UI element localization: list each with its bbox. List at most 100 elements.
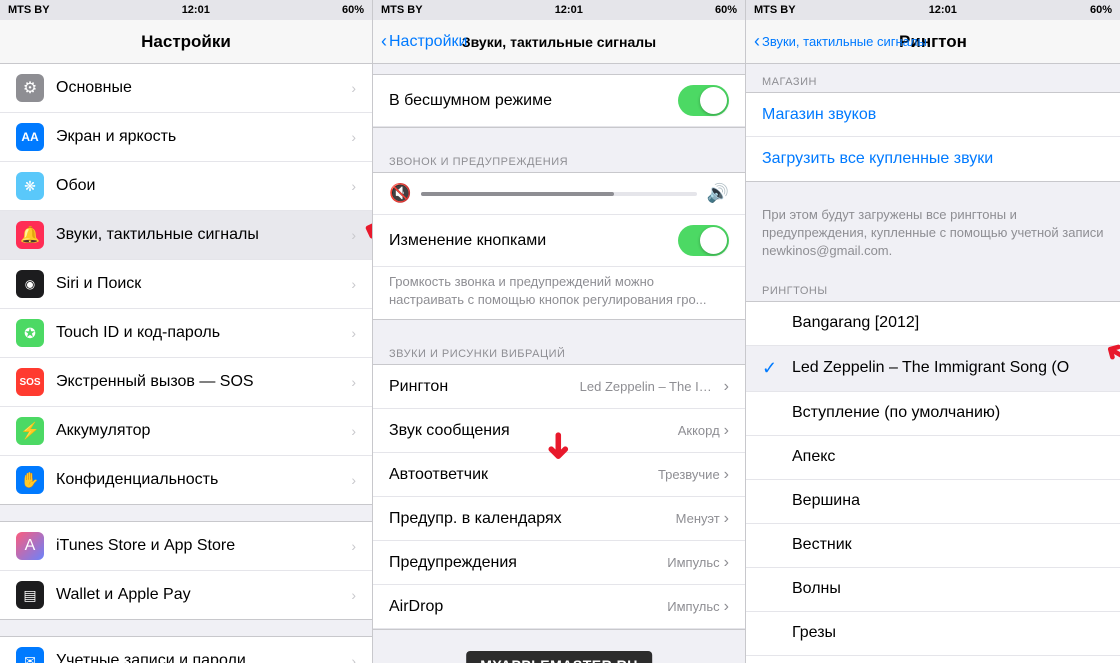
settings-item-wallet[interactable]: ▤ Wallet и Apple Pay › [0,571,372,619]
label-sounds: Звуки, тактильные сигналы [56,226,347,244]
chevron-main: › [351,80,356,96]
ringtone-item-grezy[interactable]: Грезы [746,612,1120,656]
icon-itunes: A [16,532,44,560]
calendar-value-container: Менуэт › [676,510,729,528]
middle-panel: MTS BY 12:01 60% ‹ Настройки Звуки, такт… [373,0,746,663]
volume-track[interactable] [421,192,696,196]
download-all-item[interactable]: Загрузить все купленные звуки [746,137,1120,181]
chevron-wallet: › [351,587,356,603]
ringtone-row[interactable]: Рингтон Led Zeppelin – The Immigrant Son… [373,365,745,409]
ringtone-item-apex[interactable]: Апекс [746,436,1120,480]
silent-toggle-knob [700,87,727,114]
time-right: 12:01 [929,4,957,16]
chevron-airdrop: › [724,598,729,616]
label-wallpaper: Обои [56,177,347,195]
settings-item-siri[interactable]: ◉ Siri и Поиск › [0,260,372,309]
nav-bar-middle: ‹ Настройки Звуки, тактильные сигналы [373,20,745,64]
calendar-label: Предупр. в календарях [389,510,562,528]
ringtone-item-vstuplenie[interactable]: Вступление (по умолчанию) [746,392,1120,436]
calendar-row[interactable]: Предупр. в календарях Менуэт › [373,497,745,541]
change-buttons-hint: Громкость звонка и предупреждений можно … [373,267,745,319]
settings-item-accounts[interactable]: ✉ Учетные записи и пароли › [0,637,372,663]
battery-left: 60% [342,4,364,16]
nav-bar-left: Настройки [0,20,372,64]
chevron-privacy: › [351,472,356,488]
volume-row: 🔇 🔊 [373,173,745,215]
ringtones-group: Bangarang [2012] ✓ Led Zeppelin – The Im… [746,301,1120,663]
carrier-middle: MTS BY [381,4,423,16]
chevron-wallpaper: › [351,178,356,194]
ringtone-item-vestnik[interactable]: Вестник [746,524,1120,568]
change-buttons-toggle[interactable] [678,225,729,256]
silent-label: В бесшумном режиме [389,92,552,110]
status-bar-middle: MTS BY 12:01 60% [373,0,745,20]
airdrop-value-container: Импульс › [667,598,729,616]
ringtone-item-volny[interactable]: Волны [746,568,1120,612]
ringtone-value-container: Led Zeppelin – The Immigrant Song... › [580,378,729,396]
settings-item-battery[interactable]: ⚡ Аккумулятор › [0,407,372,456]
airdrop-row[interactable]: AirDrop Импульс › [373,585,745,629]
icon-main: ⚙ [16,74,44,102]
ringtone-item-zyb[interactable]: Зыбь [746,656,1120,663]
ringtone-label-volny: Волны [792,580,1104,598]
store-section: Магазин звуков Загрузить все купленные з… [746,92,1120,182]
settings-group-store: A iTunes Store и App Store › ▤ Wallet и … [0,521,372,620]
sms-row[interactable]: Звук сообщения Аккорд › [373,409,745,453]
download-all-label: Загрузить все купленные звуки [762,150,1104,168]
label-itunes: iTunes Store и App Store [56,537,347,555]
change-buttons-row: Изменение кнопками [373,215,745,267]
ringtone-label-vestnik: Вестник [792,536,1104,554]
label-sos: Экстренный вызов — SOS [56,373,347,391]
ringtone-label-vershina: Вершина [792,492,1104,510]
back-button-middle[interactable]: ‹ Настройки [381,31,467,52]
settings-item-itunes[interactable]: A iTunes Store и App Store › [0,522,372,571]
chevron-ringtone: › [724,378,729,396]
silent-toggle[interactable] [678,85,729,116]
icon-siri: ◉ [16,270,44,298]
settings-item-sounds[interactable]: 🔔 Звуки, тактильные сигналы › ➜ [0,211,372,260]
icon-sos: SOS [16,368,44,396]
battery-right: 60% [1090,4,1112,16]
ringtone-label-apex: Апекс [792,448,1104,466]
chevron-reminders: › [724,554,729,572]
settings-list-left: ⚙ Основные › AA Экран и яркость › ❋ Обои… [0,64,372,663]
chevron-autoanswer: › [724,466,729,484]
settings-item-privacy[interactable]: ✋ Конфиденциальность › [0,456,372,504]
settings-item-wallpaper[interactable]: ❋ Обои › [0,162,372,211]
reminders-row[interactable]: Предупреждения Импульс › [373,541,745,585]
back-label-right: Звуки, тактильные сигналы [762,34,927,49]
time-left: 12:01 [182,4,210,16]
carrier-right: MTS BY [754,4,796,16]
label-wallet: Wallet и Apple Pay [56,586,347,604]
ringtone-item-vershina[interactable]: Вершина [746,480,1120,524]
chevron-sounds: › [351,227,356,243]
label-privacy: Конфиденциальность [56,471,347,489]
volume-high-icon: 🔊 [707,183,729,204]
carrier-left: MTS BY [8,4,50,16]
back-button-right[interactable]: ‹ Звуки, тактильные сигналы [754,31,927,52]
autoanswer-value: Трезвучие [658,467,720,482]
icon-display: AA [16,123,44,151]
chevron-accounts: › [351,653,356,663]
status-bar-left: MTS BY 12:01 60% [0,0,372,20]
store-sounds-item[interactable]: Магазин звуков [746,93,1120,137]
autoanswer-row[interactable]: Автоответчик Трезвучие › [373,453,745,497]
label-main: Основные [56,79,347,97]
icon-accounts: ✉ [16,647,44,663]
ringtone-item-ledzeppelin[interactable]: ✓ Led Zeppelin – The Immigrant Song (O ➜ [746,346,1120,392]
chevron-battery: › [351,423,356,439]
reminders-label: Предупреждения [389,554,517,572]
settings-item-sos[interactable]: SOS Экстренный вызов — SOS › [0,358,372,407]
sounds-group: ➜ Рингтон Led Zeppelin – The Immigrant S… [373,364,745,630]
nav-bar-right: ‹ Звуки, тактильные сигналы Рингтон [746,20,1120,64]
settings-item-touchid[interactable]: ✪ Touch ID и код-пароль › [0,309,372,358]
settings-item-main[interactable]: ⚙ Основные › [0,64,372,113]
page-title-middle: Звуки, тактильные сигналы [462,34,656,50]
volume-fill [421,192,614,196]
settings-item-display[interactable]: AA Экран и яркость › [0,113,372,162]
reminders-value-container: Импульс › [667,554,729,572]
chevron-siri: › [351,276,356,292]
ringtone-item-bangarang[interactable]: Bangarang [2012] [746,302,1120,346]
time-middle: 12:01 [555,4,583,16]
silent-toggle-row: В бесшумном режиме [373,75,745,127]
